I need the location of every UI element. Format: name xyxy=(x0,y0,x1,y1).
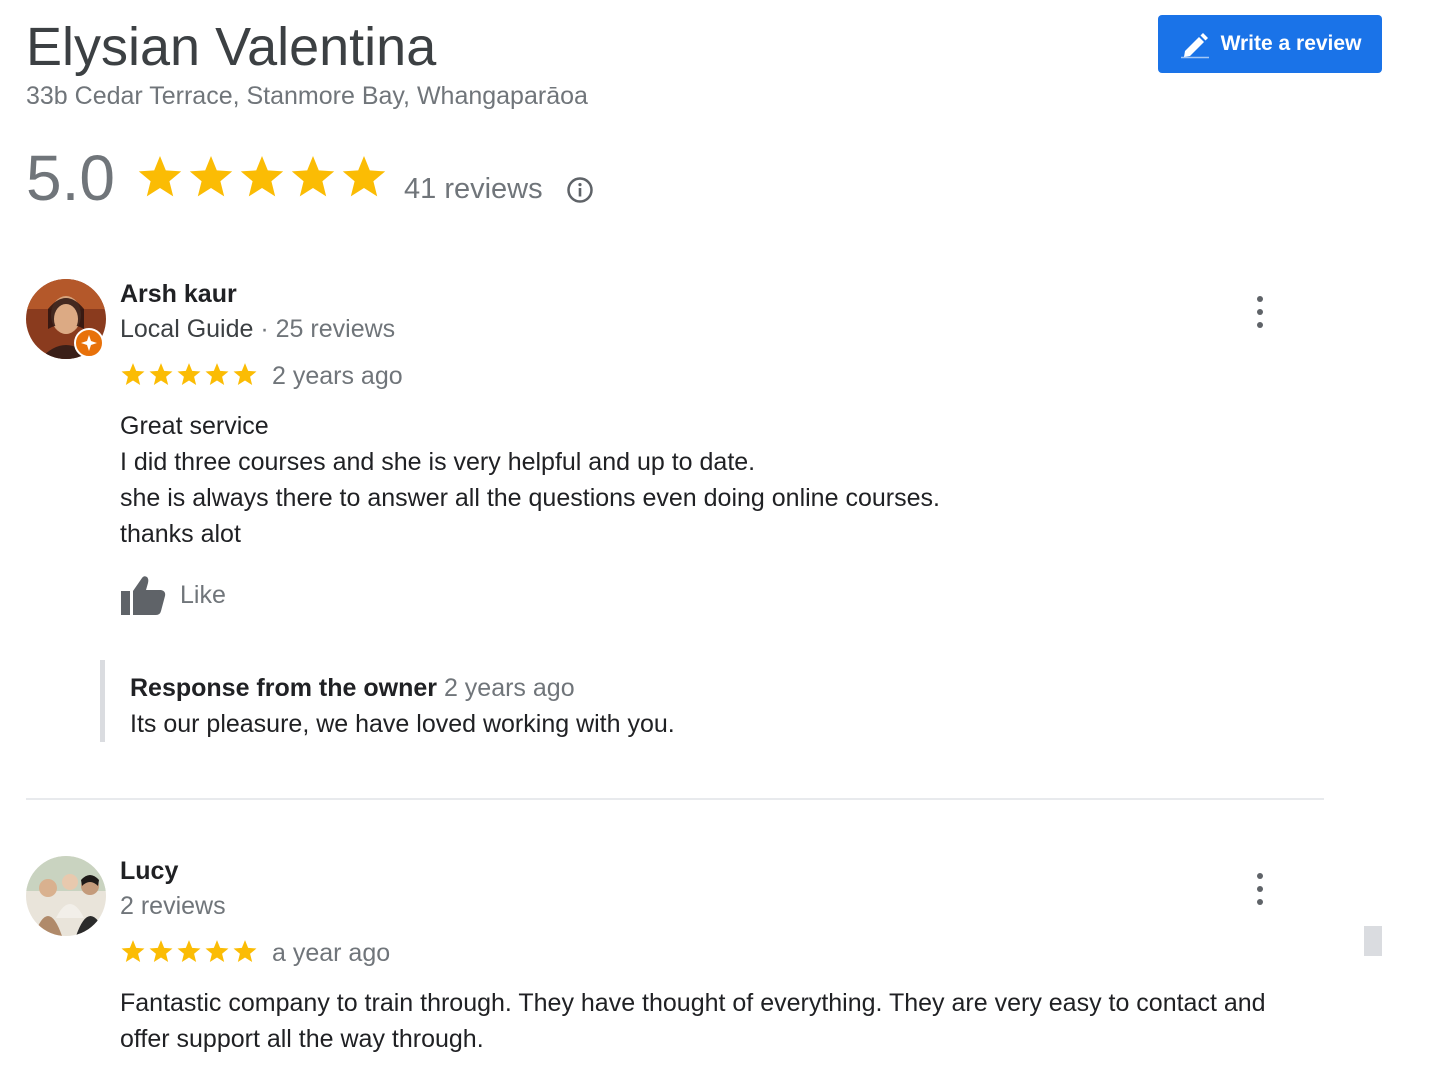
place-address: 33b Cedar Terrace, Stanmore Bay, Whangap… xyxy=(26,82,588,110)
star-icon xyxy=(149,363,173,386)
info-icon[interactable] xyxy=(566,176,594,204)
scrollbar-thumb[interactable] xyxy=(1364,926,1382,956)
star-icon xyxy=(138,156,182,197)
review-text-line: I did three courses and she is very help… xyxy=(120,448,756,476)
pencil-icon xyxy=(1180,33,1209,59)
meta-separator: · xyxy=(253,315,276,343)
write-review-label: Write a review xyxy=(1220,32,1362,55)
more-options-icon[interactable] xyxy=(1250,871,1270,907)
star-icon xyxy=(121,940,145,963)
review-time: a year ago xyxy=(272,939,391,967)
reviewer-meta: Local Guide · 25 reviews xyxy=(120,313,395,345)
review-text-line: she is always there to answer all the qu… xyxy=(120,484,940,512)
rating-stars xyxy=(136,154,388,200)
more-options-icon[interactable] xyxy=(1250,294,1270,330)
star-icon xyxy=(233,363,257,386)
rating-score: 5.0 xyxy=(26,142,115,214)
local-guide-badge-icon xyxy=(74,328,104,358)
review-stars xyxy=(120,362,258,387)
reviewer-name[interactable]: Arsh kaur xyxy=(120,279,237,309)
star-icon xyxy=(121,363,145,386)
star-icon xyxy=(177,940,201,963)
owner-response-label: Response from the owner xyxy=(130,674,437,702)
place-title: Elysian Valentina xyxy=(26,17,437,77)
star-icon xyxy=(342,156,386,197)
owner-response-bar xyxy=(100,660,105,742)
star-icon xyxy=(233,940,257,963)
avatar-image xyxy=(26,856,106,936)
review-text-line: thanks alot xyxy=(120,520,241,548)
star-icon xyxy=(205,363,229,386)
star-icon xyxy=(189,156,233,197)
total-reviews: 41 reviews xyxy=(404,173,543,205)
write-review-button[interactable]: Write a review xyxy=(1158,15,1382,73)
like-label: Like xyxy=(180,580,226,609)
review-text: Fantastic company to train through. They… xyxy=(120,985,1266,1057)
avatar[interactable] xyxy=(26,856,106,936)
review-text-line: Fantastic company to train through. They… xyxy=(120,989,1266,1017)
reviewer-review-count: 25 reviews xyxy=(275,315,396,343)
local-guide-label: Local Guide xyxy=(120,315,254,343)
star-icon xyxy=(291,156,335,197)
review-time: 2 years ago xyxy=(272,362,403,390)
star-icon xyxy=(240,156,284,197)
owner-response-header: Response from the owner 2 years ago xyxy=(130,672,575,704)
review-text: Great service I did three courses and sh… xyxy=(120,408,940,552)
review-stars xyxy=(120,939,258,964)
star-icon xyxy=(205,940,229,963)
reviewer-name[interactable]: Lucy xyxy=(120,856,178,886)
like-button[interactable]: Like xyxy=(120,574,226,616)
owner-response-text: Its our pleasure, we have loved working … xyxy=(130,710,675,738)
review-text-line: offer support all the way through. xyxy=(120,1025,484,1053)
star-icon xyxy=(177,363,201,386)
thumbs-up-icon xyxy=(121,576,166,615)
owner-response-time: 2 years ago xyxy=(443,674,575,702)
review-divider xyxy=(26,798,1324,800)
review-text-line: Great service xyxy=(120,412,269,440)
star-icon xyxy=(149,940,173,963)
reviewer-review-count: 2 reviews xyxy=(120,892,226,920)
